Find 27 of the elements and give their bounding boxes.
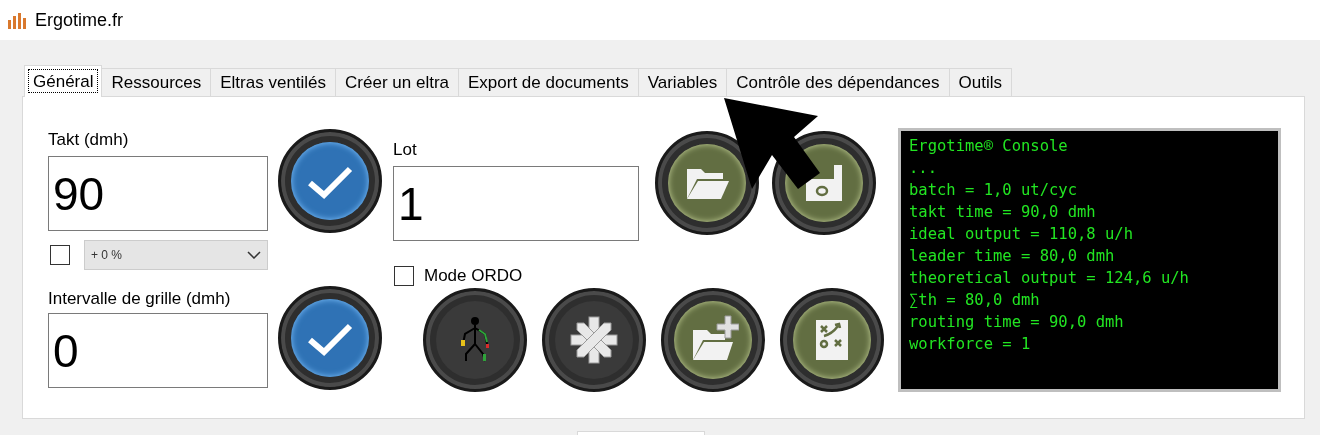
- window-title: Ergotime.fr: [35, 8, 124, 32]
- mouse-cursor-icon: [722, 97, 822, 191]
- console-line: ideal output = 110,8 u/h: [909, 224, 1134, 245]
- checkbox-label: Mode ORDO: [424, 265, 523, 287]
- console-line: ∑th = 80,0 dmh: [909, 290, 1041, 311]
- takt-field[interactable]: 90: [48, 156, 268, 231]
- console-line: batch = 1,0 ut/cyc: [909, 180, 1078, 201]
- lot-field[interactable]: 1: [393, 166, 639, 241]
- console-line: ...: [909, 158, 938, 179]
- tab[interactable]: Outils: [948, 68, 1012, 96]
- percent-dropdown[interactable]: + 0 %: [84, 240, 268, 270]
- field-label: Takt (dmh): [48, 130, 130, 151]
- app-logo-icon: [7, 11, 27, 29]
- console-line: takt time = 90,0 dmh: [909, 202, 1097, 223]
- field-label: Lot: [393, 140, 418, 161]
- chevron-down-icon: [247, 251, 261, 259]
- grid-interval-field[interactable]: 0: [48, 313, 268, 388]
- console-line: routing time = 90,0 dmh: [909, 312, 1125, 333]
- checkbox[interactable]: [394, 265, 414, 286]
- checkbox[interactable]: [50, 245, 70, 265]
- console-line: Ergotime® Console: [909, 136, 1069, 157]
- snowflake-icon: [568, 314, 620, 366]
- field-label: Intervalle de grille (dmh): [48, 289, 232, 310]
- tab[interactable]: Général: [24, 65, 103, 97]
- console-line: leader time = 80,0 dmh: [909, 246, 1116, 267]
- console-line: workforce = 1: [909, 334, 1032, 355]
- console-line: theoretical output = 124,6 u/h: [909, 268, 1190, 289]
